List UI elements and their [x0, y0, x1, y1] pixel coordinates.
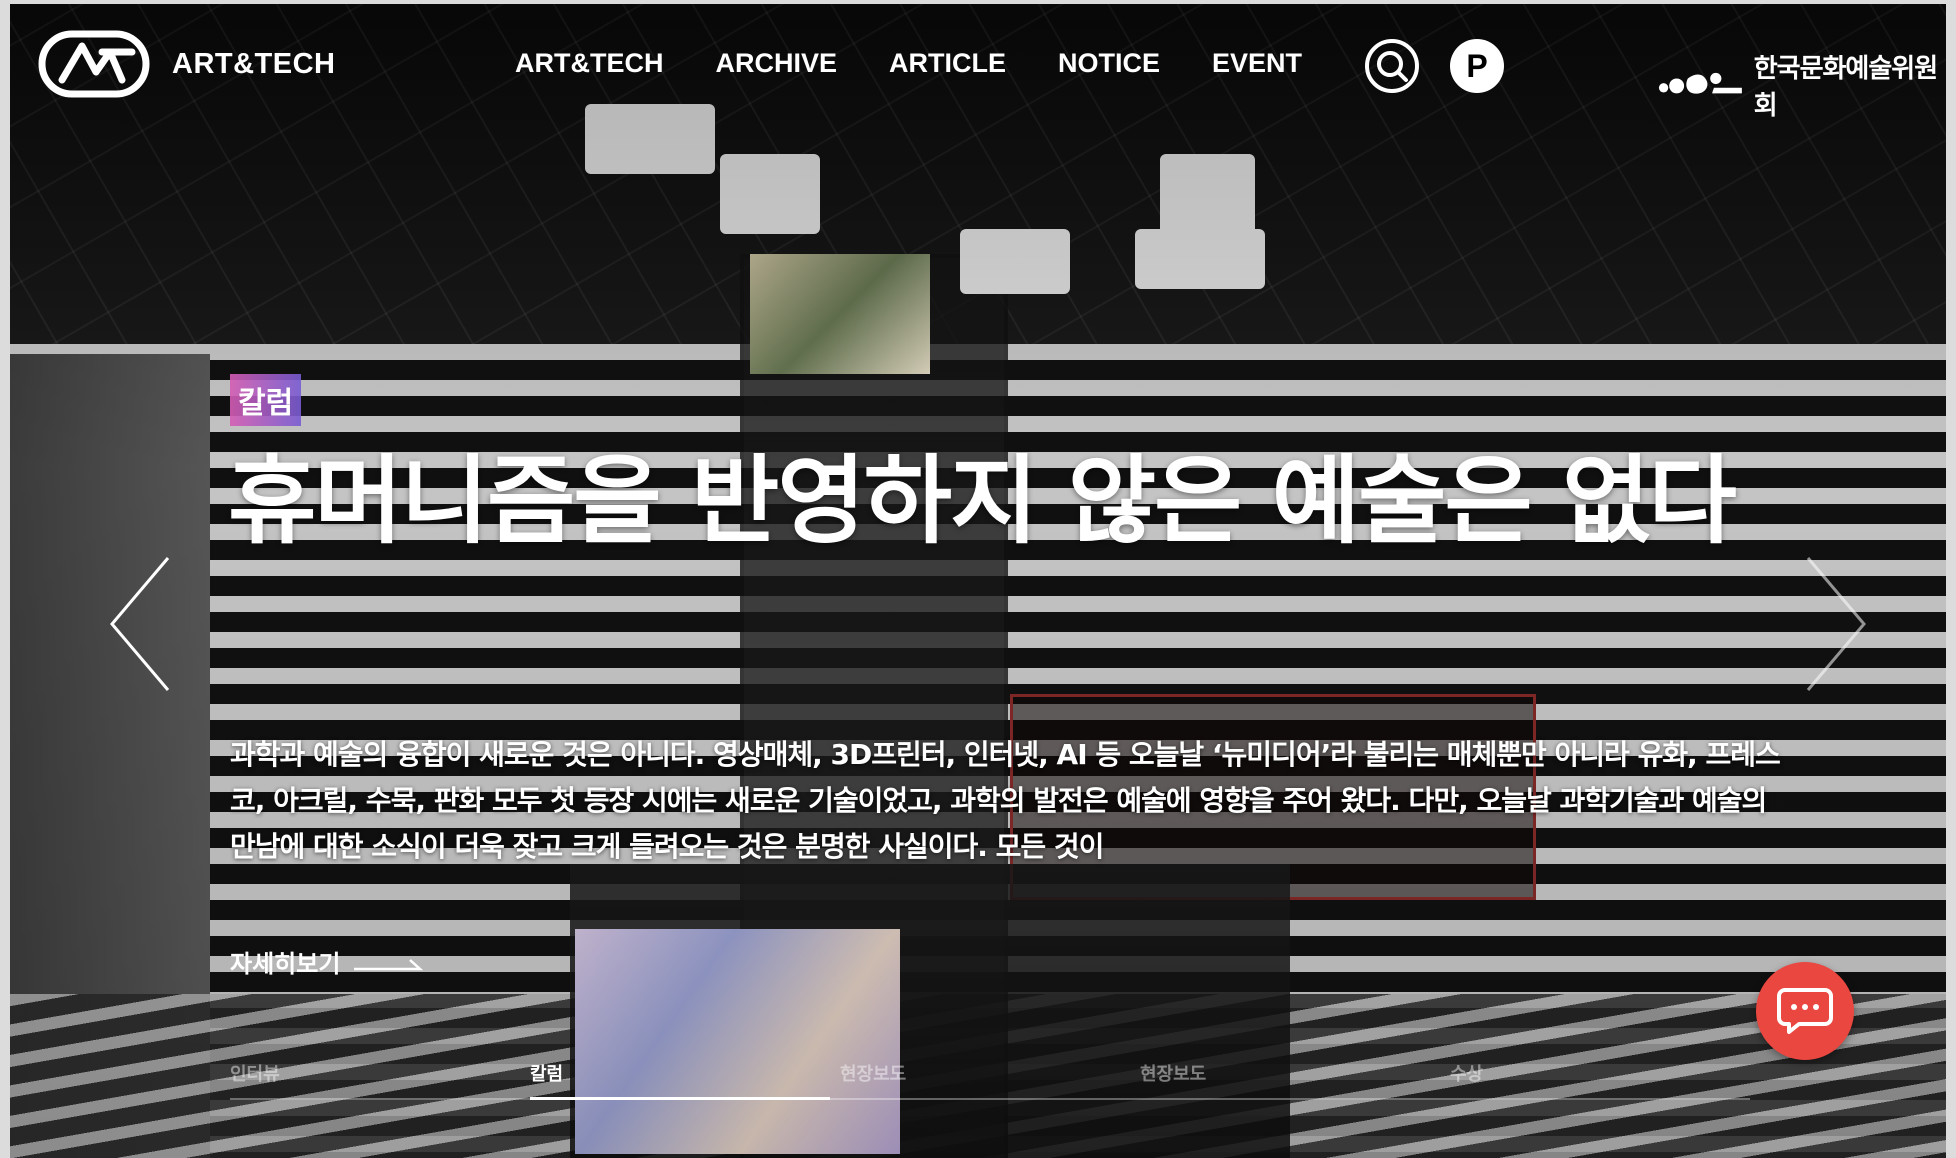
parking-label: P	[1466, 47, 1488, 84]
org-logo[interactable]: 한국문화예술위원회	[1658, 48, 1946, 122]
chevron-right-icon	[1806, 557, 1866, 691]
site-header: ART&TECH ART&TECH ARCHIVE ARTICLE NOTICE…	[10, 4, 1946, 124]
search-button[interactable]	[1365, 39, 1419, 93]
chevron-left-icon	[110, 557, 170, 691]
hero-slider: ART&TECH ART&TECH ARCHIVE ARTICLE NOTICE…	[10, 4, 1946, 1158]
site-logo[interactable]: ART&TECH	[38, 30, 336, 98]
tab-award[interactable]: 수상	[1450, 1060, 1483, 1086]
logo-mark-icon	[38, 30, 150, 98]
org-name: 한국문화예술위원회	[1753, 54, 1938, 121]
tab-field-report-2[interactable]: 현장보도	[1140, 1060, 1206, 1086]
category-tabs: 인터뷰 칼럼 현장보도 현장보도 수상	[230, 1050, 1750, 1100]
hero-title: 휴머니즘을 반영하지 않은 예술은 없다	[228, 445, 1737, 557]
nav-item-article[interactable]: ARTICLE	[889, 48, 1006, 79]
arko-logo-icon	[1658, 72, 1742, 94]
chat-button[interactable]	[1756, 962, 1854, 1060]
arrow-right-icon	[354, 958, 424, 970]
nav-item-archive[interactable]: ARCHIVE	[716, 48, 838, 79]
nav-item-event[interactable]: EVENT	[1212, 48, 1302, 79]
chat-icon	[1777, 988, 1833, 1034]
background-photo	[10, 4, 1946, 1158]
tab-field-report-1[interactable]: 현장보도	[840, 1060, 906, 1086]
tab-interview[interactable]: 인터뷰	[230, 1060, 280, 1086]
logo-text: ART&TECH	[172, 47, 336, 80]
active-tab-indicator	[530, 1097, 830, 1100]
tabs-divider	[230, 1098, 1750, 1100]
main-nav: ART&TECH ARCHIVE ARTICLE NOTICE EVENT	[515, 48, 1354, 79]
tab-column[interactable]: 칼럼	[530, 1060, 563, 1086]
nav-item-art-tech[interactable]: ART&TECH	[515, 48, 664, 79]
category-badge: 칼럼	[230, 374, 302, 426]
nav-item-notice[interactable]: NOTICE	[1058, 48, 1160, 79]
prev-slide-button[interactable]	[106, 554, 176, 694]
read-more-link[interactable]: 자세히보기	[230, 944, 424, 979]
next-slide-button[interactable]	[1800, 554, 1870, 694]
read-more-label: 자세히보기	[230, 950, 341, 978]
hero-excerpt: 과학과 예술의 융합이 새로운 것은 아니다. 영상매체, 3D프린터, 인터넷…	[230, 738, 1781, 863]
search-icon	[1377, 51, 1408, 82]
parking-button[interactable]: P	[1450, 39, 1504, 93]
